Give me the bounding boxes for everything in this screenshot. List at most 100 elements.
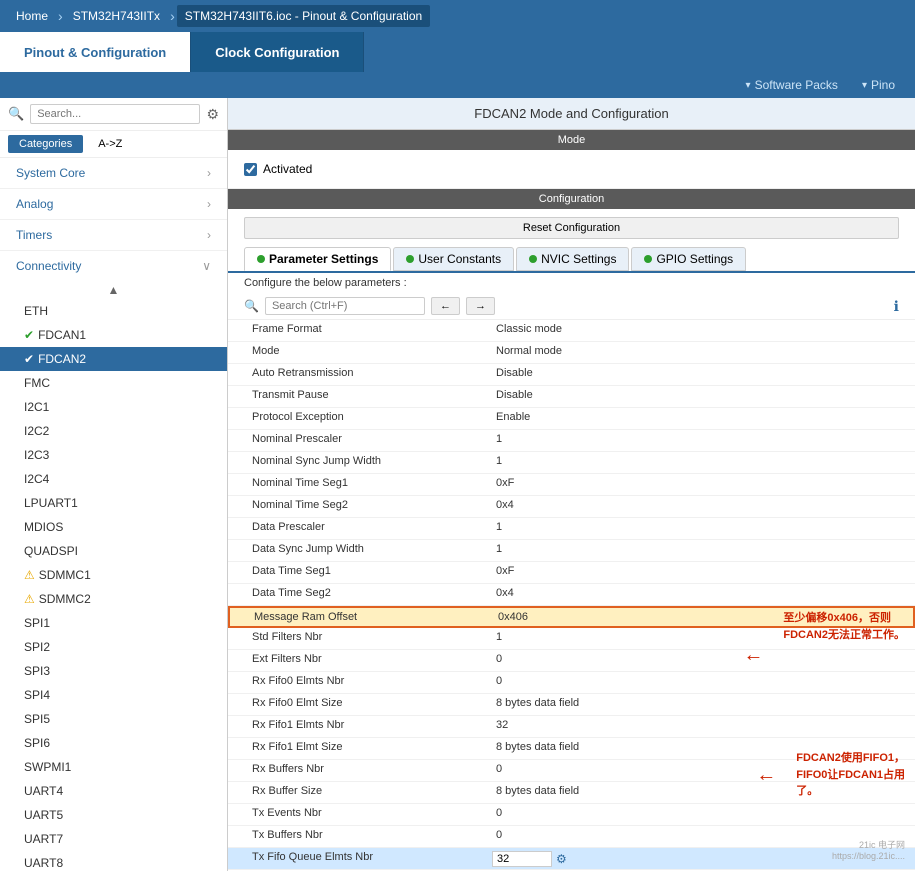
sub-tab-bar: ▾ Software Packs ▾ Pino [0, 72, 915, 98]
sidebar-item-spi6[interactable]: SPI6 [0, 731, 227, 755]
table-row: Tx Events Nbr0 [228, 804, 915, 826]
breadcrumb-device[interactable]: STM32H743IITx [65, 5, 168, 27]
table-row: Data Sync Jump Width1 [228, 540, 915, 562]
sidebar-item-i2c2[interactable]: I2C2 [0, 419, 227, 443]
sidebar-item-spi4[interactable]: SPI4 [0, 683, 227, 707]
nav-group-header-analog[interactable]: Analog › [0, 189, 227, 219]
sidebar-item-fmc[interactable]: FMC [0, 371, 227, 395]
chevron-right-icon: › [207, 197, 211, 211]
param-name-cell: Nominal Prescaler [228, 430, 488, 451]
config-section-header: Configuration [228, 189, 915, 209]
active-dot [406, 255, 414, 263]
table-row: Auto RetransmissionDisable [228, 364, 915, 386]
param-value-cell: Enable [488, 408, 915, 429]
info-icon[interactable]: ℹ [894, 298, 899, 315]
table-row: Rx Buffers Nbr0 [228, 760, 915, 782]
param-value-cell: 1 [488, 540, 915, 561]
sidebar-item-uart7[interactable]: UART7 [0, 827, 227, 851]
sidebar-item-quadspi[interactable]: QUADSPI [0, 539, 227, 563]
sidebar-tab-categories[interactable]: Categories [8, 135, 83, 153]
sub-tab-pino[interactable]: ▾ Pino [850, 76, 907, 94]
sidebar-item-spi3[interactable]: SPI3 [0, 659, 227, 683]
tab-pinout-config[interactable]: Pinout & Configuration [0, 32, 191, 72]
nav-group-header-timers[interactable]: Timers › [0, 220, 227, 250]
param-name-cell: Ext Filters Nbr [228, 650, 488, 671]
tab-clock-config[interactable]: Clock Configuration [191, 32, 364, 72]
parameter-area: Configure the below parameters : 🔍 ← → ℹ… [228, 273, 915, 871]
param-nav-next-button[interactable]: → [466, 297, 495, 315]
chevron-down-icon: ▾ [746, 80, 751, 91]
table-row[interactable]: Tx Fifo Queue Elmts Nbr⚙ [228, 848, 915, 870]
sidebar-item-uart8[interactable]: UART8 [0, 851, 227, 871]
sidebar-item-uart5[interactable]: UART5 [0, 803, 227, 827]
sidebar-item-fdcan1[interactable]: ✔FDCAN1 [0, 323, 227, 347]
nav-group-header-system-core[interactable]: System Core › [0, 158, 227, 188]
sidebar-item-sdmmc2[interactable]: ⚠SDMMC2 [0, 587, 227, 611]
check-icon: ✔ [24, 328, 34, 342]
param-name-cell: Data Time Seg2 [228, 584, 488, 605]
table-row: ModeNormal mode [228, 342, 915, 364]
breadcrumb-home[interactable]: Home [8, 5, 56, 27]
sidebar-item-spi5[interactable]: SPI5 [0, 707, 227, 731]
chevron-down-icon: ▾ [862, 80, 867, 91]
param-name-cell: Message Ram Offset [230, 608, 490, 626]
sidebar-item-uart4[interactable]: UART4 [0, 779, 227, 803]
reset-config-button[interactable]: Reset Configuration [244, 217, 899, 239]
sidebar-item-spi1[interactable]: SPI1 [0, 611, 227, 635]
sidebar-item-i2c1[interactable]: I2C1 [0, 395, 227, 419]
sidebar-item-i2c4[interactable]: I2C4 [0, 467, 227, 491]
sidebar-search-row: 🔍 ⚙ [0, 98, 227, 131]
gear-icon[interactable]: ⚙ [556, 852, 567, 866]
sidebar-tab-bar: Categories A->Z [0, 131, 227, 158]
param-nav-prev-button[interactable]: ← [431, 297, 460, 315]
param-value-cell: 0x4 [488, 496, 915, 517]
param-table-wrapper: Frame FormatClassic modeModeNormal modeA… [228, 320, 915, 871]
table-row: Nominal Sync Jump Width1 [228, 452, 915, 474]
breadcrumb-bar: Home › STM32H743IITx › STM32H743IIT6.ioc… [0, 0, 915, 32]
param-value-cell: 0 [488, 804, 915, 825]
table-row: Rx Buffer Size8 bytes data field [228, 782, 915, 804]
table-row: Protocol ExceptionEnable [228, 408, 915, 430]
sub-tab-software-packs[interactable]: ▾ Software Packs [734, 76, 850, 94]
activated-label: Activated [263, 162, 312, 176]
sidebar-item-mdios[interactable]: MDIOS [0, 515, 227, 539]
param-search-input[interactable] [265, 297, 425, 315]
sidebar-search-input[interactable] [30, 104, 200, 124]
param-value-input[interactable] [492, 851, 552, 867]
param-value-cell: 8 bytes data field [488, 738, 915, 759]
param-name-cell: Nominal Sync Jump Width [228, 452, 488, 473]
content-header: FDCAN2 Mode and Configuration [228, 98, 915, 130]
tab-nvic-settings[interactable]: NVIC Settings [516, 247, 629, 271]
tab-gpio-settings[interactable]: GPIO Settings [631, 247, 746, 271]
scroll-up-button[interactable]: ▲ [0, 281, 227, 299]
sidebar-tab-atoz[interactable]: A->Z [87, 135, 133, 153]
sidebar-item-eth[interactable]: ETH [0, 299, 227, 323]
param-name-cell: Mode [228, 342, 488, 363]
param-value-cell: Normal mode [488, 342, 915, 363]
nav-group-header-connectivity[interactable]: Connectivity ∨ [0, 251, 227, 281]
breadcrumb-file[interactable]: STM32H743IIT6.ioc - Pinout & Configurati… [177, 5, 430, 27]
table-row: Std Filters Nbr1 [228, 628, 915, 650]
param-name-cell: Nominal Time Seg2 [228, 496, 488, 517]
sidebar-item-sdmmc1[interactable]: ⚠SDMMC1 [0, 563, 227, 587]
table-row: Rx Fifo0 Elmt Size8 bytes data field [228, 694, 915, 716]
gear-icon[interactable]: ⚙ [206, 106, 219, 123]
param-value-cell: 1 [488, 430, 915, 451]
table-row: Ext Filters Nbr0 [228, 650, 915, 672]
breadcrumb-sep-2: › [170, 8, 175, 24]
tab-parameter-settings[interactable]: Parameter Settings [244, 247, 391, 271]
param-value-cell: 0x406 [490, 608, 913, 626]
sidebar-item-spi2[interactable]: SPI2 [0, 635, 227, 659]
sidebar-item-i2c3[interactable]: I2C3 [0, 443, 227, 467]
param-name-cell: Tx Events Nbr [228, 804, 488, 825]
sidebar-item-fdcan2[interactable]: ✔FDCAN2 [0, 347, 227, 371]
activated-checkbox[interactable] [244, 163, 257, 176]
param-value-cell: Disable [488, 386, 915, 407]
param-name-cell: Tx Buffers Nbr [228, 826, 488, 847]
activated-row: Activated [244, 162, 899, 176]
sidebar-item-lpuart1[interactable]: LPUART1 [0, 491, 227, 515]
tab-user-constants[interactable]: User Constants [393, 247, 514, 271]
sidebar-item-swpmi1[interactable]: SWPMI1 [0, 755, 227, 779]
nav-group-connectivity: Connectivity ∨ ▲ ETH ✔FDCAN1 ✔FDCAN2 FMC… [0, 251, 227, 871]
param-value-cell[interactable]: ⚙ [488, 848, 915, 869]
